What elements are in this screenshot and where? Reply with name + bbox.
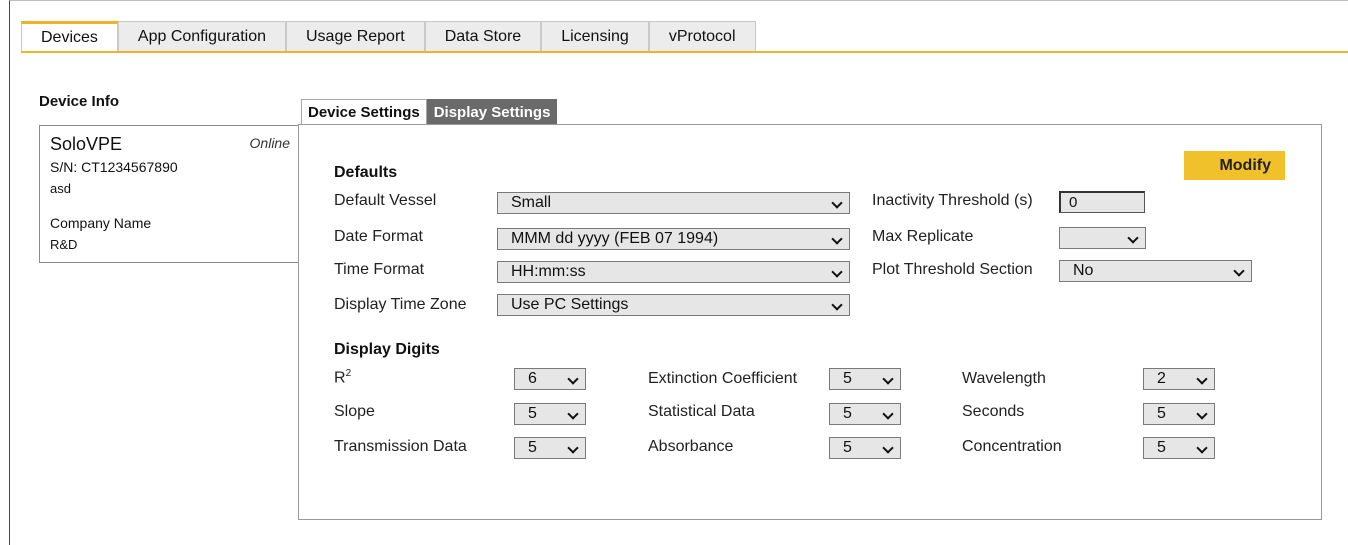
- concentration-label: Concentration: [962, 438, 1062, 455]
- chevron-down-icon: [831, 233, 843, 245]
- time-format-value: HH:mm:ss: [511, 263, 586, 280]
- date-format-select[interactable]: MMM dd yyyy (FEB 07 1994): [497, 228, 850, 250]
- chevron-down-icon: [567, 408, 579, 420]
- chevron-down-icon: [831, 197, 843, 209]
- tab-device-settings[interactable]: Device Settings: [301, 99, 427, 124]
- transmission-data-digits-value: 5: [528, 439, 537, 456]
- device-name: SoloVPE: [50, 134, 123, 154]
- wavelength-label: Wavelength: [962, 370, 1046, 387]
- statistical-data-label: Statistical Data: [648, 403, 755, 420]
- display-time-zone-select[interactable]: Use PC Settings: [497, 294, 850, 316]
- r2-label: R2: [334, 368, 351, 387]
- absorbance-digits-select[interactable]: 5: [829, 437, 901, 459]
- chevron-down-icon: [1233, 265, 1245, 277]
- chevron-down-icon: [1196, 373, 1208, 385]
- transmission-data-label: Transmission Data: [334, 438, 467, 455]
- seconds-digits-value: 5: [1157, 405, 1166, 422]
- default-vessel-select[interactable]: Small: [497, 192, 850, 214]
- display-time-zone-label: Display Time Zone: [334, 296, 467, 313]
- chevron-down-icon: [1196, 442, 1208, 454]
- tab-licensing[interactable]: Licensing: [541, 21, 649, 51]
- statistical-data-digits-select[interactable]: 5: [829, 403, 901, 425]
- absorbance-label: Absorbance: [648, 438, 734, 455]
- r2-digits-select[interactable]: 6: [514, 368, 586, 390]
- concentration-digits-select[interactable]: 5: [1143, 437, 1215, 459]
- default-vessel-value: Small: [511, 194, 552, 211]
- inactivity-threshold-input[interactable]: [1059, 191, 1145, 213]
- tab-bar-underline: [21, 51, 1348, 53]
- plot-threshold-section-value: No: [1073, 262, 1094, 279]
- device-info-title: Device Info: [39, 93, 120, 110]
- default-vessel-label: Default Vessel: [334, 192, 437, 209]
- slope-digits-select[interactable]: 5: [514, 403, 586, 425]
- statistical-data-digits-value: 5: [843, 405, 852, 422]
- max-replicate-select[interactable]: [1059, 227, 1146, 249]
- wavelength-digits-value: 2: [1157, 370, 1166, 387]
- company-name-value: R&D: [50, 237, 78, 252]
- chevron-down-icon: [831, 266, 843, 278]
- transmission-data-digits-select[interactable]: 5: [514, 437, 586, 459]
- chevron-down-icon: [1196, 408, 1208, 420]
- device-note: asd: [50, 181, 71, 196]
- tab-app-configuration[interactable]: App Configuration: [117, 21, 286, 51]
- seconds-label: Seconds: [962, 403, 1025, 420]
- chevron-down-icon: [567, 373, 579, 385]
- r2-superscript: 2: [345, 368, 352, 379]
- tab-data-store[interactable]: Data Store: [424, 21, 542, 51]
- tab-usage-report[interactable]: Usage Report: [286, 21, 425, 51]
- display-time-zone-value: Use PC Settings: [511, 296, 629, 313]
- chevron-down-icon: [1127, 232, 1139, 244]
- chevron-down-icon: [882, 442, 894, 454]
- display-digits-title: Display Digits: [334, 341, 440, 358]
- seconds-digits-select[interactable]: 5: [1143, 403, 1215, 425]
- r2-digits-value: 6: [528, 370, 537, 387]
- modify-button[interactable]: Modify: [1184, 151, 1285, 180]
- chevron-down-icon: [567, 442, 579, 454]
- inactivity-threshold-label: Inactivity Threshold (s): [872, 192, 1033, 209]
- tab-vprotocol[interactable]: vProtocol: [648, 21, 756, 51]
- slope-digits-value: 5: [528, 405, 537, 422]
- tab-display-settings[interactable]: Display Settings: [426, 99, 558, 124]
- time-format-label: Time Format: [334, 261, 425, 278]
- date-format-value: MMM dd yyyy (FEB 07 1994): [511, 230, 719, 247]
- wavelength-digits-select[interactable]: 2: [1143, 368, 1215, 390]
- device-status: Online: [249, 135, 290, 151]
- company-name-label: Company Name: [50, 215, 152, 231]
- date-format-label: Date Format: [334, 228, 423, 245]
- slope-label: Slope: [334, 403, 375, 420]
- plot-threshold-section-select[interactable]: No: [1059, 260, 1252, 282]
- chevron-down-icon: [831, 299, 843, 311]
- extinction-coefficient-digits-select[interactable]: 5: [829, 368, 901, 390]
- device-serial: S/N: CT1234567890: [50, 159, 178, 175]
- tab-devices[interactable]: Devices: [21, 21, 118, 51]
- concentration-digits-value: 5: [1157, 439, 1166, 456]
- display-settings-panel: [298, 124, 1322, 520]
- defaults-title: Defaults: [334, 164, 398, 181]
- top-tab-bar: Devices App Configuration Usage Report D…: [21, 21, 756, 52]
- extinction-coefficient-digits-value: 5: [843, 370, 852, 387]
- chevron-down-icon: [882, 408, 894, 420]
- chevron-down-icon: [882, 373, 894, 385]
- settings-tab-bar: Device Settings Display Settings: [301, 99, 558, 124]
- absorbance-digits-value: 5: [843, 439, 852, 456]
- r2-label-text: R: [334, 369, 346, 387]
- max-replicate-label: Max Replicate: [872, 228, 974, 245]
- extinction-coefficient-label: Extinction Coefficient: [648, 370, 798, 387]
- time-format-select[interactable]: HH:mm:ss: [497, 261, 850, 283]
- device-card[interactable]: SoloVPE Online S/N: CT1234567890 asd Com…: [39, 125, 301, 263]
- plot-threshold-section-label: Plot Threshold Section: [872, 261, 1033, 278]
